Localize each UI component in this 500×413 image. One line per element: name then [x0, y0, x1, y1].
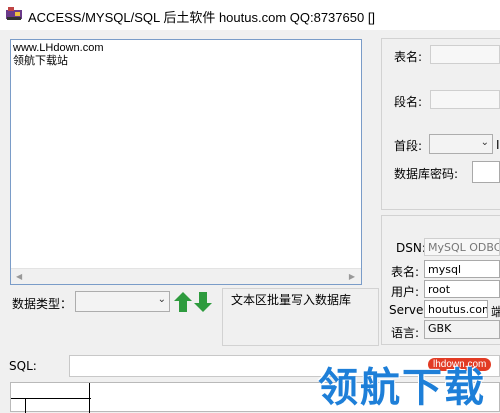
grid-column-divider — [89, 383, 90, 413]
watermark-brand: 领航下载 — [318, 365, 486, 411]
move-arrows[interactable] — [174, 291, 214, 313]
arrow-up-icon[interactable] — [174, 292, 192, 312]
field-name-field[interactable] — [430, 90, 500, 109]
first-field-extra: I — [496, 138, 500, 152]
table-name-field[interactable] — [430, 45, 500, 64]
chevron-down-icon: ⌄ — [157, 294, 166, 305]
language-label: 语言: — [391, 326, 420, 340]
text-editor-area[interactable]: www.LHdown.com 领航下载站 ◀ ▶ — [10, 39, 362, 285]
db-password-input[interactable] — [472, 161, 500, 183]
data-type-select[interactable]: ⌄ — [75, 291, 170, 312]
field-name-label: 段名: — [394, 95, 423, 109]
grid-header-line — [11, 398, 91, 399]
server-extra-label: 端 — [491, 305, 500, 319]
title-bar: ACCESS/MYSQL/SQL 后土软件 houtus.com QQ:8737… — [0, 0, 500, 30]
app-icon — [6, 7, 22, 20]
window-title: ACCESS/MYSQL/SQL 后土软件 houtus.com QQ:8737… — [28, 10, 376, 25]
dsn-label: DSN: — [396, 241, 426, 255]
horizontal-scrollbar[interactable]: ◀ ▶ — [11, 268, 361, 284]
first-field-select[interactable]: ⌄ — [429, 134, 493, 154]
scroll-right-icon[interactable]: ▶ — [349, 272, 355, 281]
watermark-logo: lhdown.com 领航下载 — [318, 352, 500, 412]
db-password-label: 数据库密码: — [394, 167, 459, 181]
editor-text[interactable]: www.LHdown.com 领航下载站 — [13, 42, 103, 68]
server-input[interactable]: houtus.com — [424, 300, 488, 318]
arrow-down-icon[interactable] — [194, 292, 212, 312]
grid-row-indicator-divider — [25, 398, 26, 413]
conn-table-input[interactable]: mysql — [424, 260, 500, 278]
chevron-down-icon: ⌄ — [480, 137, 489, 148]
language-value: GBK — [428, 322, 452, 335]
batch-write-label[interactable]: 文本区批量写入数据库 — [231, 291, 351, 308]
data-type-label: 数据类型： — [12, 297, 73, 311]
scroll-left-icon[interactable]: ◀ — [16, 272, 22, 281]
language-select[interactable]: GBK — [424, 320, 500, 339]
conn-table-label: 表名: — [391, 265, 420, 279]
first-field-label: 首段: — [394, 139, 423, 153]
user-label: 用户: — [391, 285, 420, 299]
user-input[interactable]: root — [424, 280, 500, 298]
sql-label: SQL: — [9, 359, 37, 373]
dsn-field[interactable]: MySQL ODBC 5 — [424, 238, 500, 256]
table-name-label: 表名: — [394, 50, 423, 64]
